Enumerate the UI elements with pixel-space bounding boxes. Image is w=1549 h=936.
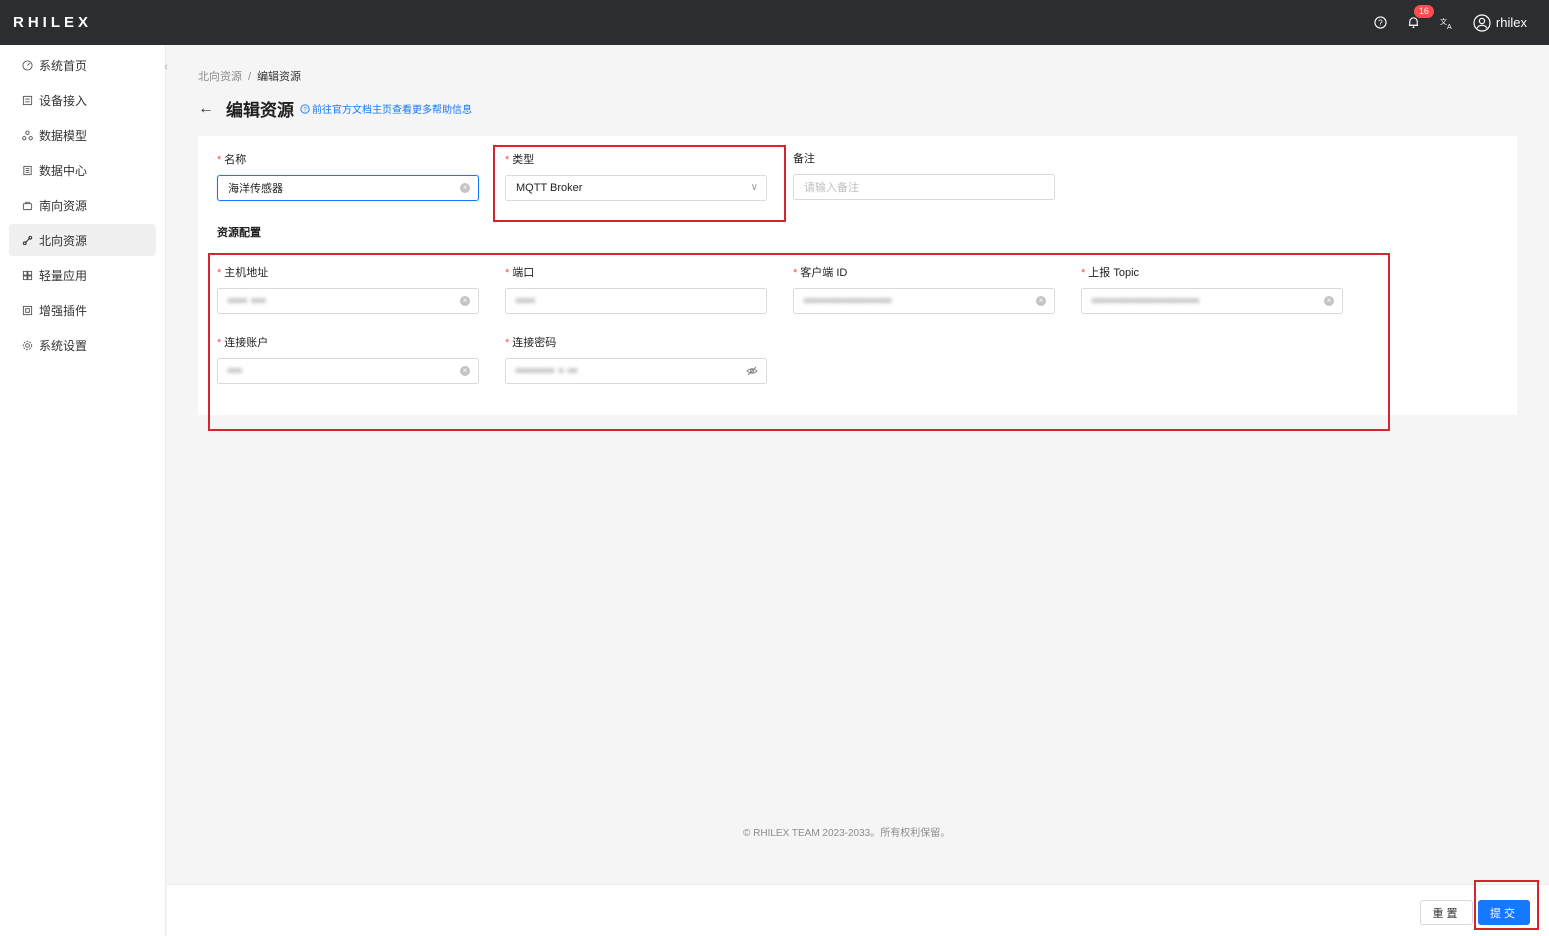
notification-bell-icon[interactable]: 16 [1406, 4, 1434, 31]
bottom-action-bar: 重置 提交 [167, 884, 1549, 936]
sidebar-item-label: 数据中心 [39, 163, 88, 178]
sidebar-item-device[interactable]: 设备接入 [9, 84, 156, 116]
highlight-type-box [493, 145, 786, 222]
svg-text:A: A [1447, 24, 1452, 30]
settings-icon [21, 339, 33, 351]
name-input[interactable]: 海洋传感器 × [217, 175, 479, 201]
sidebar-menu: 系统首页 设备接入 数据模型 数据中心 南向资源 北向资源 轻量应用 增强插件 [0, 45, 165, 361]
sidebar-item-apps[interactable]: 轻量应用 [9, 259, 156, 291]
apps-icon [21, 269, 33, 281]
plugin-icon [21, 304, 33, 316]
page-title: 编辑资源 [226, 101, 294, 120]
username: rhilex [1495, 15, 1527, 30]
model-icon [21, 129, 33, 141]
breadcrumb-current: 编辑资源 [257, 71, 302, 83]
dashboard-icon [21, 59, 33, 71]
north-resource-icon [21, 234, 33, 246]
sidebar-item-label: 轻量应用 [39, 268, 88, 283]
device-icon [21, 94, 33, 106]
main-content: 北向资源 / 编辑资源 ← 编辑资源 ? 前往官方文档主页查看更多帮助信息 * 名称 … [167, 45, 1549, 936]
reset-button[interactable]: 重置 [1420, 900, 1473, 925]
highlight-submit-box [1474, 880, 1539, 930]
south-resource-icon [21, 199, 33, 211]
app-logo[interactable]: RHILEX [13, 14, 92, 31]
breadcrumb-separator: / [248, 71, 252, 83]
sidebar-item-label: 系统首页 [39, 58, 88, 73]
remark-label: 备注 [793, 153, 815, 165]
svg-text:文: 文 [1440, 17, 1447, 26]
question-circle-icon: ? [300, 103, 310, 114]
page-header: ← 编辑资源 ? 前往官方文档主页查看更多帮助信息 [198, 96, 472, 121]
sidebar-item-label: 南向资源 [39, 198, 88, 213]
user-avatar-icon [1473, 13, 1491, 32]
doc-link-text: 前往官方文档主页查看更多帮助信息 [312, 105, 472, 116]
data-center-icon [21, 164, 33, 176]
help-icon[interactable]: ? [1373, 15, 1389, 31]
sidebar-item-plugins[interactable]: 增强插件 [9, 294, 156, 326]
name-field: * 名称 海洋传感器 × [217, 153, 479, 201]
remark-field: 备注 请输入备注 [793, 152, 1055, 200]
name-label: 名称 [224, 154, 247, 166]
highlight-config-box [208, 253, 1390, 431]
sidebar-item-label: 增强插件 [39, 303, 88, 318]
breadcrumb: 北向资源 / 编辑资源 [198, 68, 301, 84]
section-title: 资源配置 [217, 227, 261, 239]
clear-icon[interactable]: × [460, 183, 470, 193]
sidebar-item-settings[interactable]: 系统设置 [9, 329, 156, 361]
sidebar-item-data-center[interactable]: 数据中心 [9, 154, 156, 186]
svg-text:?: ? [303, 106, 307, 113]
back-arrow-icon[interactable]: ← [198, 100, 214, 118]
sidebar-item-dashboard[interactable]: 系统首页 [9, 49, 156, 81]
remark-placeholder: 请输入备注 [804, 182, 859, 194]
sidebar-item-label: 北向资源 [39, 233, 88, 248]
sidebar-item-label: 设备接入 [39, 93, 88, 108]
name-value: 海洋传感器 [228, 183, 283, 195]
notification-badge: 16 [1413, 4, 1434, 18]
breadcrumb-parent[interactable]: 北向资源 [198, 71, 242, 83]
translate-icon[interactable]: 文A [1439, 15, 1455, 31]
remark-input[interactable]: 请输入备注 [793, 174, 1055, 200]
top-right-actions: ? 16 文A rhilex [1356, 0, 1527, 45]
sidebar-item-south-resource[interactable]: 南向资源 [9, 189, 156, 221]
sidebar-item-data-model[interactable]: 数据模型 [9, 119, 156, 151]
user-menu[interactable]: rhilex [1473, 13, 1527, 32]
doc-link[interactable]: ? 前往官方文档主页查看更多帮助信息 [300, 101, 472, 116]
copyright-text: © RHILEX TEAM 2023-2033。所有权利保留。 [743, 828, 951, 839]
top-navbar: RHILEX ? 16 文A rhilex [0, 0, 1549, 45]
sidebar-item-label: 数据模型 [39, 128, 88, 143]
svg-text:?: ? [1379, 17, 1384, 27]
sidebar-item-north-resource[interactable]: 北向资源 [9, 224, 156, 256]
sidebar: 系统首页 设备接入 数据模型 数据中心 南向资源 北向资源 轻量应用 增强插件 [0, 45, 168, 936]
sidebar-item-label: 系统设置 [39, 338, 88, 353]
